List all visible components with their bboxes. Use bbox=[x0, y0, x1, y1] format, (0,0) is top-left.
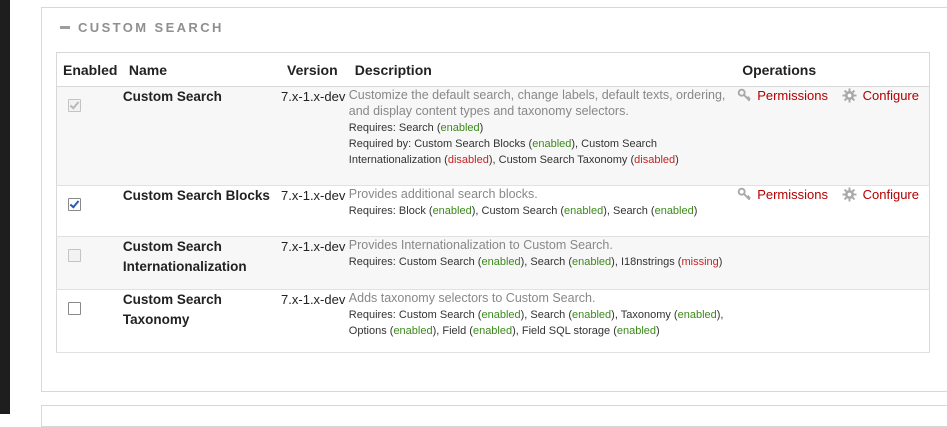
status-badge: missing bbox=[681, 256, 719, 268]
header-enabled: Enabled bbox=[56, 52, 123, 87]
status-badge: disabled bbox=[634, 154, 676, 166]
description-text: Customize the default search, change lab… bbox=[348, 88, 726, 118]
status-badge: enabled bbox=[572, 309, 612, 321]
requires-line: Requires: Block (enabled), Custom Search… bbox=[348, 205, 698, 217]
enabled-cell bbox=[56, 86, 123, 186]
module-description: Adds taxonomy selectors to Custom Search… bbox=[348, 289, 737, 353]
gear-icon[interactable] bbox=[842, 87, 858, 103]
enable-checkbox-custom-search-taxonomy[interactable] bbox=[68, 302, 81, 315]
enable-checkbox-custom-search-internationalization bbox=[68, 249, 81, 262]
description-text: Adds taxonomy selectors to Custom Search… bbox=[348, 291, 596, 305]
module-name: Custom Search Blocks bbox=[122, 185, 282, 237]
enable-checkbox-custom-search-blocks[interactable] bbox=[68, 198, 81, 211]
left-dark-edge bbox=[0, 0, 10, 414]
next-fieldset bbox=[41, 405, 947, 427]
module-version: 7.x-1.x-dev bbox=[281, 185, 349, 237]
table-row: Custom Search Blocks 7.x-1.x-dev Provide… bbox=[56, 185, 930, 237]
status-badge: enabled bbox=[432, 205, 472, 217]
status-badge: enabled bbox=[654, 205, 694, 217]
permissions-link[interactable]: Permissions bbox=[736, 87, 828, 103]
required-by-line: Required by: Custom Search Blocks (enabl… bbox=[348, 138, 679, 166]
fieldset-legend[interactable]: CUSTOM SEARCH bbox=[60, 20, 224, 35]
table-row: Custom Search Internationalization 7.x-1… bbox=[56, 236, 930, 290]
status-badge: enabled bbox=[564, 205, 604, 217]
status-badge: enabled bbox=[677, 309, 717, 321]
header-description: Description bbox=[348, 52, 737, 87]
table-row: Custom Search Taxonomy 7.x-1.x-dev Adds … bbox=[56, 289, 930, 353]
description-text: Provides additional search blocks. bbox=[348, 187, 538, 201]
module-version: 7.x-1.x-dev bbox=[281, 236, 349, 290]
module-version: 7.x-1.x-dev bbox=[281, 86, 349, 186]
requires-line: Requires: Custom Search (enabled), Searc… bbox=[348, 256, 723, 268]
permissions-link[interactable]: Permissions bbox=[736, 186, 828, 202]
module-name: Custom Search bbox=[122, 86, 282, 186]
custom-search-fieldset: CUSTOM SEARCH Enabled Name Version Descr… bbox=[41, 7, 947, 392]
key-icon[interactable] bbox=[736, 87, 752, 103]
module-description: Customize the default search, change lab… bbox=[348, 86, 737, 186]
header-version: Version bbox=[281, 52, 349, 87]
module-description: Provides Internationalization to Custom … bbox=[348, 236, 737, 290]
status-badge: enabled bbox=[481, 256, 521, 268]
enabled-cell bbox=[56, 185, 123, 237]
status-badge: enabled bbox=[532, 138, 572, 150]
operations-cell bbox=[736, 289, 930, 353]
operations-cell: Permissions Configure bbox=[736, 86, 930, 186]
header-name: Name bbox=[122, 52, 282, 87]
enabled-cell bbox=[56, 236, 123, 290]
module-version: 7.x-1.x-dev bbox=[281, 289, 349, 353]
configure-link[interactable]: Configure bbox=[842, 87, 919, 103]
table-header-row: Enabled Name Version Description Operati… bbox=[56, 52, 930, 87]
status-badge: disabled bbox=[447, 154, 489, 166]
fieldset-title[interactable]: CUSTOM SEARCH bbox=[78, 20, 224, 35]
description-text: Provides Internationalization to Custom … bbox=[348, 238, 613, 252]
minus-icon[interactable] bbox=[60, 26, 70, 29]
table-row: Custom Search 7.x-1.x-dev Customize the … bbox=[56, 86, 930, 186]
configure-link[interactable]: Configure bbox=[842, 186, 919, 202]
enabled-cell bbox=[56, 289, 123, 353]
status-badge: enabled bbox=[440, 122, 480, 134]
header-operations: Operations bbox=[736, 52, 930, 87]
operations-cell: Permissions Configure bbox=[736, 185, 930, 237]
enable-checkbox-custom-search bbox=[68, 99, 81, 112]
status-badge: enabled bbox=[481, 309, 521, 321]
module-name: Custom Search Internationalization bbox=[122, 236, 282, 290]
module-name: Custom Search Taxonomy bbox=[122, 289, 282, 353]
gear-icon[interactable] bbox=[842, 186, 858, 202]
modules-table: Enabled Name Version Description Operati… bbox=[56, 52, 930, 353]
status-badge: enabled bbox=[572, 256, 612, 268]
key-icon[interactable] bbox=[736, 186, 752, 202]
modules-page: CUSTOM SEARCH Enabled Name Version Descr… bbox=[10, 0, 947, 427]
module-description: Provides additional search blocks. Requi… bbox=[348, 185, 737, 237]
status-badge: enabled bbox=[616, 325, 657, 337]
requires-line: Requires: Custom Search (enabled), Searc… bbox=[348, 309, 724, 337]
status-badge: enabled bbox=[472, 325, 513, 337]
status-badge: enabled bbox=[393, 325, 433, 337]
requires-line: Requires: Search (enabled) bbox=[348, 122, 484, 134]
operations-cell bbox=[736, 236, 930, 290]
